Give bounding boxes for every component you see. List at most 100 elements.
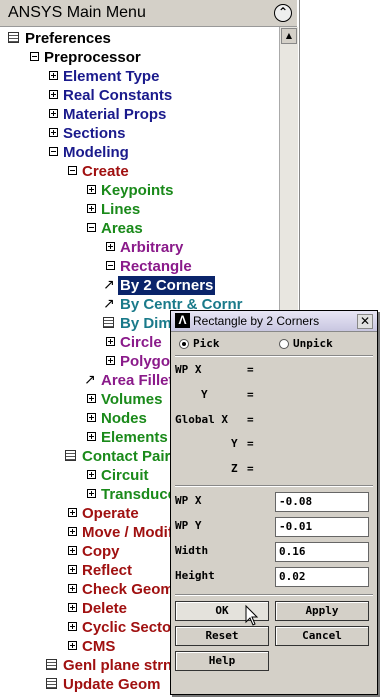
menu-item[interactable]: Preferences [0,29,279,48]
menu-item[interactable]: Material Props [0,105,279,124]
wp-y-input[interactable]: -0.01 [275,517,369,537]
collapse-minus-icon[interactable] [87,223,96,232]
ansys-logo-icon: Λ [175,313,190,328]
readout-equals: = [247,363,254,376]
height-field-label: Height [175,569,215,582]
menu-item-label: Cyclic Sector [82,619,178,636]
expand-plus-icon[interactable] [106,337,115,346]
menu-item-label: By 2 Corners [118,276,216,295]
menu-item-label: Preprocessor [44,49,141,66]
collapse-minus-icon[interactable] [30,52,39,61]
help-button[interactable]: Help [175,651,269,671]
separator [175,594,373,596]
expand-plus-icon[interactable] [49,71,58,80]
pick-radio[interactable] [179,339,189,349]
pick-arrow-icon: ↗ [103,277,115,293]
menu-item-label: Volumes [101,391,163,408]
expand-plus-icon[interactable] [87,185,96,194]
expand-plus-icon[interactable] [49,90,58,99]
expand-plus-icon[interactable] [106,242,115,251]
readout-global-z-label: Z [231,462,238,475]
wp-x-field-label: WP X [175,494,202,507]
menu-item-label: Operate [82,505,139,522]
menu-item-label: CMS [82,638,116,655]
menu-item-label: Modeling [63,144,129,161]
menu-item-label: Area Fillet [101,372,174,389]
menu-item-label: Real Constants [63,87,173,104]
expand-plus-icon[interactable] [68,622,77,631]
readout-wp-x-label: WP X [175,363,202,376]
reset-button[interactable]: Reset [175,626,269,646]
readout-equals: = [247,413,254,426]
menu-item[interactable]: Keypoints [0,181,279,200]
dialog-form-icon [103,317,114,328]
menu-item-label: Circuit [101,467,149,484]
menu-item-label: Move / Modify [82,524,182,541]
rectangle-dialog: Λ Rectangle by 2 Corners ✕ Pick Unpick W… [170,310,378,695]
collapse-minus-icon[interactable] [49,147,58,156]
wp-y-field-label: WP Y [175,519,202,532]
expand-plus-icon[interactable] [68,584,77,593]
readout-global-x-label: Global X [175,413,228,426]
main-menu-title: ANSYS Main Menu [8,4,146,21]
cancel-button[interactable]: Cancel [275,626,369,646]
expand-plus-icon[interactable] [106,356,115,365]
menu-item-label: Reflect [82,562,133,579]
menu-item[interactable]: Lines [0,200,279,219]
readout-global-y-label: Y [231,437,238,450]
separator [175,485,373,487]
height-input[interactable]: 0.02 [275,567,369,587]
expand-plus-icon[interactable] [87,432,96,441]
menu-item[interactable]: Sections [0,124,279,143]
menu-item-label: Arbitrary [120,239,184,256]
expand-plus-icon[interactable] [87,470,96,479]
menu-item[interactable]: Preprocessor [0,48,279,67]
menu-item-label: Copy [82,543,120,560]
expand-plus-icon[interactable] [68,603,77,612]
menu-item[interactable]: Areas [0,219,279,238]
expand-plus-icon[interactable] [87,413,96,422]
menu-item-label: Update Geom [63,676,161,693]
collapse-icon[interactable]: ⌃ [274,4,292,22]
expand-plus-icon[interactable] [68,527,77,536]
expand-plus-icon[interactable] [68,641,77,650]
menu-item-label: Elements [101,429,168,446]
readout-y-label: Y [201,388,208,401]
menu-item-label: Nodes [101,410,147,427]
width-input[interactable]: 0.16 [275,542,369,562]
dialog-title: Rectangle by 2 Corners [193,314,320,328]
menu-item-label: Delete [82,600,128,617]
dialog-form-icon [65,450,76,461]
scroll-up-arrow-icon[interactable]: ▲ [281,28,297,44]
collapse-minus-icon[interactable] [68,166,77,175]
menu-item[interactable]: Modeling [0,143,279,162]
expand-plus-icon[interactable] [68,508,77,517]
menu-item[interactable]: Create [0,162,279,181]
menu-item[interactable]: Rectangle [0,257,279,276]
menu-item-label: Create [82,163,129,180]
expand-plus-icon[interactable] [87,394,96,403]
menu-item-label: Lines [101,201,141,218]
expand-plus-icon[interactable] [68,546,77,555]
expand-plus-icon[interactable] [49,128,58,137]
expand-plus-icon[interactable] [87,489,96,498]
collapse-minus-icon[interactable] [106,261,115,270]
menu-item-label: Genl plane strn [63,657,173,674]
menu-item[interactable]: ↗ By 2 Corners [0,276,279,295]
menu-item-label: Rectangle [120,258,192,275]
wp-x-input[interactable]: -0.08 [275,492,369,512]
expand-plus-icon[interactable] [49,109,58,118]
menu-item-label: Keypoints [101,182,174,199]
dialog-form-icon [8,32,19,43]
menu-item-label: Circle [120,334,162,351]
menu-item[interactable]: Element Type [0,67,279,86]
apply-button[interactable]: Apply [275,601,369,621]
close-icon[interactable]: ✕ [357,314,373,329]
menu-item[interactable]: Arbitrary [0,238,279,257]
dialog-form-icon [46,678,57,689]
unpick-radio[interactable] [279,339,289,349]
expand-plus-icon[interactable] [68,565,77,574]
menu-item[interactable]: Real Constants [0,86,279,105]
expand-plus-icon[interactable] [87,204,96,213]
mouse-pointer-icon [245,604,259,626]
